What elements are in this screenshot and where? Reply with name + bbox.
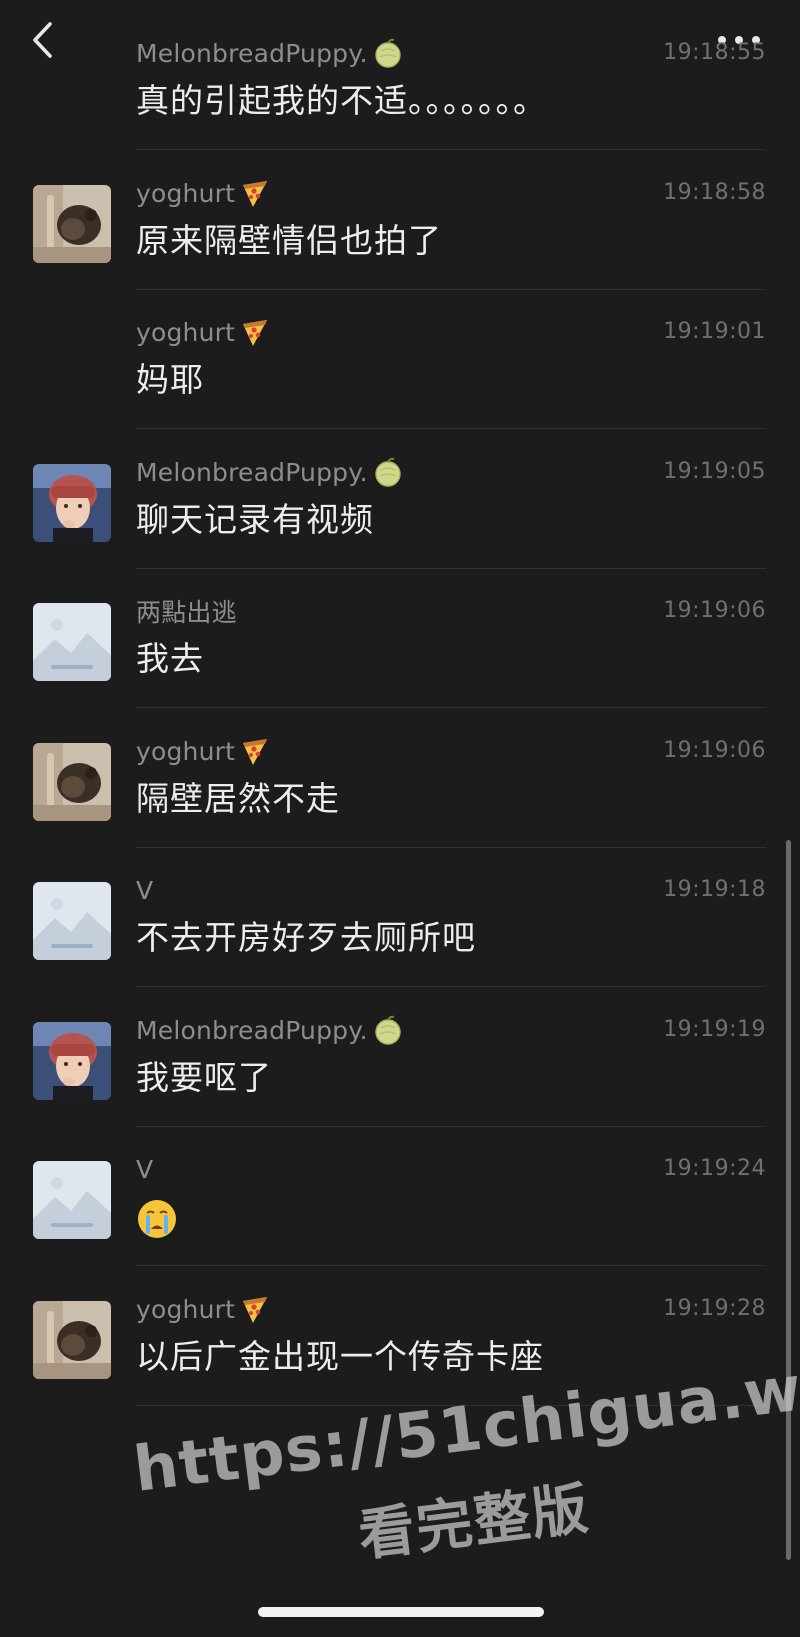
- message-item[interactable]: MelonbreadPuppy. 19:18:55 真的引起我的不适。。。。。。。: [0, 5, 800, 150]
- message-item[interactable]: yoghurt 19:19:28 以后广金出现一个传奇卡座: [0, 1261, 800, 1406]
- message-header: yoghurt: [136, 175, 271, 211]
- message-header: MelonbreadPuppy.: [136, 454, 404, 490]
- message-header: yoghurt: [136, 314, 271, 350]
- message-time: 19:19:05: [663, 459, 766, 484]
- message-text[interactable]: 妈耶: [136, 356, 204, 404]
- sender-name[interactable]: 两點出逃: [136, 593, 237, 629]
- message-header: MelonbreadPuppy.: [136, 1012, 404, 1048]
- home-indicator[interactable]: [258, 1607, 544, 1617]
- message-item[interactable]: MelonbreadPuppy. 19:19:19 我要呕了: [0, 982, 800, 1127]
- message-text[interactable]: 不去开房好歹去厕所吧: [136, 914, 476, 962]
- message-header: yoghurt: [136, 733, 271, 769]
- message-time: 19:19:06: [663, 598, 766, 623]
- message-header: V: [136, 872, 153, 908]
- avatar[interactable]: [33, 1301, 111, 1379]
- message-text[interactable]: 聊天记录有视频: [136, 496, 374, 544]
- sender-name[interactable]: yoghurt: [136, 179, 235, 208]
- image-placeholder-icon: [33, 882, 111, 960]
- image-placeholder-icon: [33, 1161, 111, 1239]
- sender-name[interactable]: yoghurt: [136, 737, 235, 766]
- message-time: 19:18:55: [663, 40, 766, 65]
- message-item[interactable]: yoghurt 19:18:58 原来隔壁情侣也拍了: [0, 145, 800, 290]
- avatar-photo-icon: [33, 1301, 111, 1379]
- avatar[interactable]: [33, 464, 111, 542]
- avatar[interactable]: [33, 603, 111, 681]
- image-placeholder-icon: [33, 603, 111, 681]
- melon-icon: [375, 1015, 401, 1045]
- pizza-icon: [243, 181, 268, 207]
- message-item[interactable]: yoghurt 19:19:01 妈耶: [0, 284, 800, 429]
- sender-name[interactable]: yoghurt: [136, 1295, 235, 1324]
- avatar[interactable]: [33, 743, 111, 821]
- message-time: 19:19:06: [663, 738, 766, 763]
- sender-name[interactable]: MelonbreadPuppy.: [136, 39, 368, 68]
- message-text[interactable]: [136, 1193, 178, 1241]
- pizza-icon: [243, 320, 268, 346]
- message-header: V: [136, 1151, 153, 1187]
- melon-icon: [375, 38, 401, 68]
- message-time: 19:19:28: [663, 1296, 766, 1321]
- watermark-caption: 看完整版: [355, 1476, 594, 1570]
- avatar-photo-icon: [33, 743, 111, 821]
- message-item[interactable]: 两點出逃 19:19:06 我去: [0, 563, 800, 708]
- message-text[interactable]: 我去: [136, 635, 204, 683]
- sender-name[interactable]: MelonbreadPuppy.: [136, 458, 368, 487]
- avatar-photo-icon: [33, 185, 111, 263]
- pizza-icon: [243, 739, 268, 765]
- message-header: yoghurt: [136, 1291, 271, 1327]
- avatar-photo-icon: [33, 464, 111, 542]
- message-item[interactable]: yoghurt 19:19:06 隔壁居然不走: [0, 703, 800, 848]
- message-text[interactable]: 真的引起我的不适。。。。。。。: [136, 77, 547, 125]
- scrollbar[interactable]: [786, 840, 791, 1560]
- avatar[interactable]: [33, 185, 111, 263]
- avatar[interactable]: [33, 1161, 111, 1239]
- message-item[interactable]: V 19:19:18 不去开房好歹去厕所吧: [0, 842, 800, 987]
- pizza-icon: [243, 1297, 268, 1323]
- message-text[interactable]: 隔壁居然不走: [136, 775, 340, 823]
- sender-name[interactable]: MelonbreadPuppy.: [136, 1016, 368, 1045]
- message-time: 19:18:58: [663, 180, 766, 205]
- divider: [136, 1405, 766, 1406]
- message-item[interactable]: MelonbreadPuppy. 19:19:05 聊天记录有视频: [0, 424, 800, 569]
- melon-icon: [375, 457, 401, 487]
- message-item[interactable]: V 19:19:24: [0, 1121, 800, 1266]
- sender-name[interactable]: yoghurt: [136, 318, 235, 347]
- message-header: MelonbreadPuppy.: [136, 35, 404, 71]
- message-text[interactable]: 我要呕了: [136, 1054, 272, 1102]
- message-text[interactable]: 以后广金出现一个传奇卡座: [136, 1333, 544, 1381]
- message-text[interactable]: 原来隔壁情侣也拍了: [136, 217, 442, 265]
- message-time: 19:19:18: [663, 877, 766, 902]
- message-time: 19:19:24: [663, 1156, 766, 1181]
- avatar[interactable]: [33, 882, 111, 960]
- message-time: 19:19:19: [663, 1017, 766, 1042]
- message-header: 两點出逃: [136, 593, 237, 629]
- sender-name[interactable]: V: [136, 876, 153, 905]
- avatar-photo-icon: [33, 1022, 111, 1100]
- sender-name[interactable]: V: [136, 1155, 153, 1184]
- avatar[interactable]: [33, 1022, 111, 1100]
- message-time: 19:19:01: [663, 319, 766, 344]
- crying-face-icon: [138, 1199, 176, 1238]
